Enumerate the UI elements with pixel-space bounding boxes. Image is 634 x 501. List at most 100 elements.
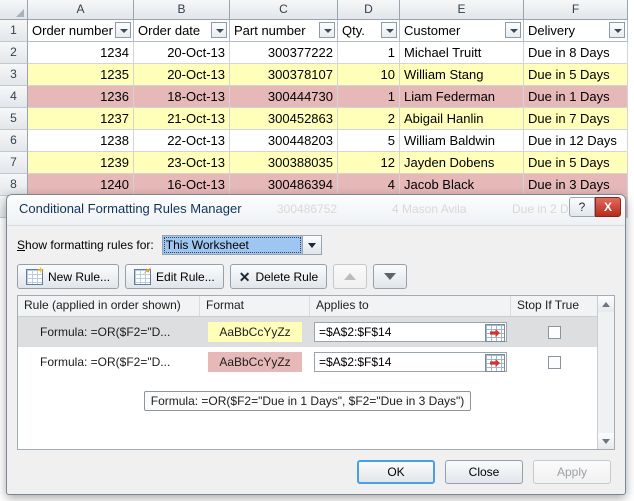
table-cell[interactable]: Michael Truitt bbox=[400, 42, 524, 64]
column-header-e[interactable]: E bbox=[400, 0, 524, 20]
scroll-down-icon[interactable] bbox=[598, 433, 614, 449]
table-cell[interactable]: 20-Oct-13 bbox=[134, 42, 230, 64]
table-cell[interactable]: Due in 7 Days bbox=[524, 108, 628, 130]
column-filter-header[interactable]: Customer bbox=[400, 20, 524, 42]
table-cell[interactable]: 16-Oct-13 bbox=[134, 174, 230, 196]
column-filter-header[interactable]: Order date bbox=[134, 20, 230, 42]
table-cell[interactable]: Due in 1 Days bbox=[524, 86, 628, 108]
row-header-5[interactable]: 5 bbox=[0, 108, 28, 130]
table-row[interactable]: 6123822-Oct-133004482035William BaldwinD… bbox=[0, 130, 634, 152]
table-cell[interactable]: 1 bbox=[338, 86, 400, 108]
row-header-4[interactable]: 4 bbox=[0, 86, 28, 108]
scope-dropdown[interactable]: This Worksheet bbox=[162, 235, 322, 255]
table-row[interactable]: 8124016-Oct-133004863944Jacob BlackDue i… bbox=[0, 174, 634, 196]
row-header-1[interactable]: 1 bbox=[0, 20, 28, 42]
rules-list-scrollbar[interactable] bbox=[597, 296, 614, 449]
table-cell[interactable]: 300388035 bbox=[230, 152, 338, 174]
filter-dropdown-icon[interactable] bbox=[115, 22, 131, 38]
row-header-6[interactable]: 6 bbox=[0, 130, 28, 152]
filter-dropdown-icon[interactable] bbox=[211, 22, 227, 38]
table-cell[interactable]: 300444730 bbox=[230, 86, 338, 108]
row-header-8[interactable]: 8 bbox=[0, 174, 28, 196]
conditional-formatting-rules-manager-dialog[interactable]: Conditional Formatting Rules Manager 300… bbox=[6, 194, 626, 495]
table-cell[interactable]: 1 bbox=[338, 42, 400, 64]
filter-dropdown-icon[interactable] bbox=[381, 22, 397, 38]
row-header-2[interactable]: 2 bbox=[0, 42, 28, 64]
table-cell[interactable]: 2 bbox=[338, 108, 400, 130]
table-row[interactable]: 7123923-Oct-1330038803512Jayden DobensDu… bbox=[0, 152, 634, 174]
table-cell[interactable]: 20-Oct-13 bbox=[134, 64, 230, 86]
table-cell[interactable]: Due in 8 Days bbox=[524, 42, 628, 64]
select-all-corner[interactable] bbox=[0, 0, 28, 20]
column-header-b[interactable]: B bbox=[134, 0, 230, 20]
ok-button[interactable]: OK bbox=[357, 460, 435, 484]
table-cell[interactable]: 1239 bbox=[28, 152, 134, 174]
table-cell[interactable]: Jacob Black bbox=[400, 174, 524, 196]
chevron-down-icon[interactable] bbox=[302, 236, 321, 254]
table-cell[interactable]: Due in 3 Days bbox=[524, 174, 628, 196]
new-rule-button[interactable]: New Rule... bbox=[17, 264, 119, 289]
table-cell[interactable]: 5 bbox=[338, 130, 400, 152]
table-cell[interactable]: 1236 bbox=[28, 86, 134, 108]
table-cell[interactable]: 21-Oct-13 bbox=[134, 108, 230, 130]
table-cell[interactable]: 300452863 bbox=[230, 108, 338, 130]
range-picker-icon[interactable] bbox=[485, 324, 505, 342]
table-cell[interactable]: 300377222 bbox=[230, 42, 338, 64]
filter-dropdown-icon[interactable] bbox=[319, 22, 335, 38]
help-icon[interactable]: ? bbox=[569, 197, 595, 217]
table-row[interactable]: 4123618-Oct-133004447301Liam FedermanDue… bbox=[0, 86, 634, 108]
table-cell[interactable]: Liam Federman bbox=[400, 86, 524, 108]
row-header-7[interactable]: 7 bbox=[0, 152, 28, 174]
table-cell[interactable]: 300486394 bbox=[230, 174, 338, 196]
move-down-button[interactable] bbox=[373, 264, 407, 289]
stop-if-true-checkbox[interactable] bbox=[548, 356, 561, 369]
column-header-d[interactable]: D bbox=[338, 0, 400, 20]
dialog-titlebar[interactable]: Conditional Formatting Rules Manager 300… bbox=[7, 195, 625, 226]
table-row[interactable]: 2123420-Oct-133003772221Michael TruittDu… bbox=[0, 42, 634, 64]
rule-format-cell[interactable]: AaBbCcYyZz bbox=[200, 322, 310, 342]
scope-selected-value[interactable]: This Worksheet bbox=[163, 236, 302, 254]
table-cell[interactable]: William Stang bbox=[400, 64, 524, 86]
range-picker-icon[interactable] bbox=[485, 354, 505, 372]
rules-list[interactable]: Rule (applied in order shown) Format App… bbox=[17, 295, 615, 450]
rule-description[interactable]: Formula: =OR($F2="D... bbox=[18, 325, 200, 339]
table-row[interactable]: 5123721-Oct-133004528632Abigail HanlinDu… bbox=[0, 108, 634, 130]
table-cell[interactable]: 4 bbox=[338, 174, 400, 196]
table-cell[interactable]: 1238 bbox=[28, 130, 134, 152]
table-cell[interactable]: 1240 bbox=[28, 174, 134, 196]
column-filter-header[interactable]: Part number bbox=[230, 20, 338, 42]
table-cell[interactable]: 18-Oct-13 bbox=[134, 86, 230, 108]
table-cell[interactable]: 1235 bbox=[28, 64, 134, 86]
rule-description[interactable]: Formula: =OR($F2="D... bbox=[18, 355, 200, 369]
scroll-up-icon[interactable] bbox=[598, 296, 614, 312]
column-header-a[interactable]: A bbox=[28, 0, 134, 20]
filter-dropdown-icon[interactable] bbox=[505, 22, 521, 38]
move-up-button[interactable] bbox=[333, 264, 367, 289]
table-cell[interactable]: Due in 12 Days bbox=[524, 130, 628, 152]
column-filter-header[interactable]: Order number bbox=[28, 20, 134, 42]
rule-row[interactable]: Formula: =OR($F2="D...AaBbCcYyZz =$A$2:$F… bbox=[18, 317, 597, 347]
table-cell[interactable]: 23-Oct-13 bbox=[134, 152, 230, 174]
table-cell[interactable]: Due in 5 Days bbox=[524, 64, 628, 86]
table-cell[interactable]: Jayden Dobens bbox=[400, 152, 524, 174]
table-cell[interactable]: 22-Oct-13 bbox=[134, 130, 230, 152]
table-cell[interactable]: William Baldwin bbox=[400, 130, 524, 152]
column-filter-header[interactable]: Delivery bbox=[524, 20, 628, 42]
table-cell[interactable]: 300378107 bbox=[230, 64, 338, 86]
table-cell[interactable]: 300448203 bbox=[230, 130, 338, 152]
stop-if-true-checkbox[interactable] bbox=[548, 326, 561, 339]
row-header-3[interactable]: 3 bbox=[0, 64, 28, 86]
column-header-c[interactable]: C bbox=[230, 0, 338, 20]
applies-to-field[interactable]: =$A$2:$F$14 bbox=[314, 352, 507, 372]
column-filter-header[interactable]: Qty. bbox=[338, 20, 400, 42]
table-row[interactable]: 1Order numberOrder datePart numberQty.Cu… bbox=[0, 20, 634, 42]
table-cell[interactable]: 1237 bbox=[28, 108, 134, 130]
rule-row[interactable]: Formula: =OR($F2="D...AaBbCcYyZz=$A$2:$F… bbox=[18, 347, 597, 377]
table-row[interactable]: 3123520-Oct-1330037810710William StangDu… bbox=[0, 64, 634, 86]
table-cell[interactable]: Abigail Hanlin bbox=[400, 108, 524, 130]
table-cell[interactable]: 12 bbox=[338, 152, 400, 174]
applies-to-value[interactable]: =$A$2:$F$14 bbox=[315, 323, 484, 341]
rule-format-cell[interactable]: AaBbCcYyZz bbox=[200, 352, 310, 372]
edit-rule-button[interactable]: Edit Rule... bbox=[125, 264, 224, 289]
delete-rule-button[interactable]: ✕ Delete Rule bbox=[230, 264, 327, 289]
